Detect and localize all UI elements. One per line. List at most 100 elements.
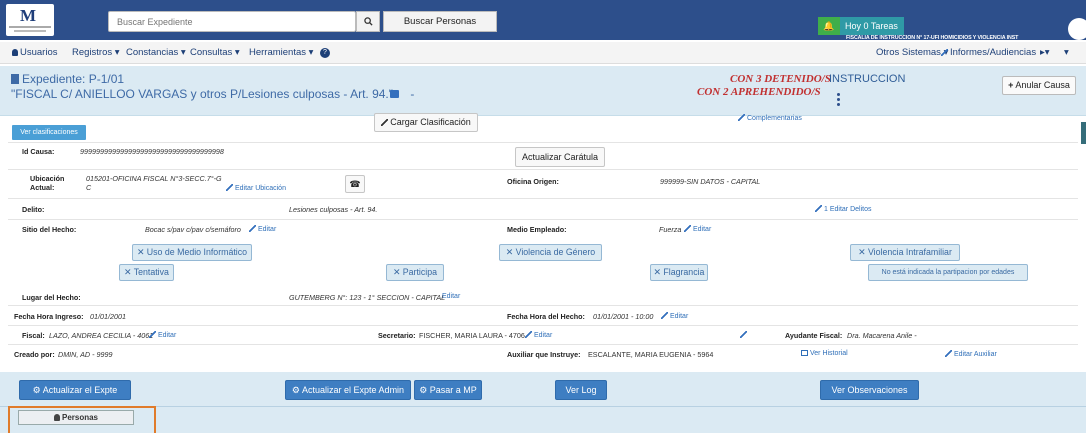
- pencil-icon: [945, 350, 952, 357]
- creado-label: Creado por:: [14, 350, 55, 359]
- bell-icon[interactable]: 🔔: [818, 17, 840, 35]
- ubicacion-value-2: C: [86, 183, 92, 192]
- actualizar-expte-admin-button[interactable]: ⚙ Actualizar el Expte Admin: [285, 380, 411, 400]
- editar-fecha-link[interactable]: Editar: [661, 312, 688, 320]
- search-expediente-input[interactable]: [108, 11, 356, 32]
- top-navbar: M Buscar Personas 🔔 Hoy 0 Tareas FISCALI…: [0, 0, 1086, 41]
- menu-usuarios[interactable]: Usuarios: [12, 47, 58, 58]
- action-bar: ⚙ Actualizar el Expte ⚙ Actualizar el Ex…: [0, 372, 1086, 406]
- anular-causa-button[interactable]: + Anular Causa: [1002, 76, 1076, 95]
- tag-tentativa[interactable]: ✕ Tentativa: [119, 264, 174, 281]
- pencil-icon: [684, 225, 691, 232]
- side-tab[interactable]: [1081, 122, 1086, 144]
- help-icon[interactable]: ?: [320, 48, 330, 58]
- ayudante-label: Ayudante Fiscal:: [785, 331, 843, 340]
- gears-icon: ⚙: [32, 385, 41, 395]
- tag-medio-informatico[interactable]: ✕ Uso de Medio Informático: [132, 244, 252, 261]
- fiscal-value: LAZO, ANDREA CECILIA - 4061: [49, 331, 154, 340]
- user-settings-icon[interactable]: ▾: [1064, 47, 1069, 58]
- print-icon[interactable]: [390, 90, 399, 98]
- user-icon: [12, 49, 18, 56]
- secretario-value: FISCHER, MARIA LAURA - 4706: [419, 331, 525, 340]
- pencil-icon: [941, 49, 948, 56]
- fecha-ingreso-value: 01/01/2001: [90, 312, 126, 321]
- fiscal-label: Fiscal:: [22, 331, 45, 340]
- tag-flagrancia[interactable]: ✕ Flagrancia: [650, 264, 708, 281]
- file-icon: [11, 74, 19, 84]
- pasar-mp-button[interactable]: ⚙ Pasar a MP: [414, 380, 482, 400]
- search-button[interactable]: [356, 11, 380, 32]
- main-menu: Usuarios Registros ▾ Constancias ▾ Consu…: [0, 42, 1086, 64]
- buscar-personas-button[interactable]: Buscar Personas: [383, 11, 497, 32]
- tab-personas[interactable]: Personas: [18, 410, 134, 425]
- editar-delitos-link[interactable]: 1 Editar Delitos: [815, 205, 871, 213]
- id-causa-label: Id Causa:: [22, 147, 55, 156]
- pencil-icon[interactable]: [740, 331, 749, 339]
- tag-violencia-genero[interactable]: ✕ Violencia de Género: [499, 244, 602, 261]
- ver-log-button[interactable]: Ver Log: [555, 380, 607, 400]
- auxiliar-label: Auxiliar que Instruye:: [507, 350, 581, 359]
- pencil-icon: [249, 225, 256, 232]
- divider: [8, 305, 1078, 306]
- divider: [8, 219, 1078, 220]
- menu-informes[interactable]: Informes/Audiencias: [941, 47, 1036, 58]
- editar-fiscal-link[interactable]: Editar: [149, 331, 176, 339]
- user-icon: [53, 414, 60, 421]
- divider: [8, 142, 1078, 143]
- table-icon: [801, 350, 808, 356]
- ver-historial-link[interactable]: Ver Historial: [801, 350, 848, 357]
- divider: [8, 344, 1078, 345]
- tag-violencia-intrafamiliar[interactable]: ✕ Violencia Intrafamiliar: [850, 244, 960, 261]
- tag-participa[interactable]: ✕ Participa: [386, 264, 444, 281]
- actualizar-caratula-button[interactable]: Actualizar Carátula: [515, 147, 605, 167]
- secretario-label: Secretario:: [378, 331, 416, 340]
- fecha-ingreso-label: Fecha Hora Ingreso:: [14, 312, 84, 321]
- more-options-icon[interactable]: [837, 93, 840, 109]
- ver-observaciones-button[interactable]: Ver Observaciones: [820, 380, 919, 400]
- fiscalia-name: FISCALIA DE INSTRUCCION N° 17-UFI HOMICI…: [846, 35, 1019, 41]
- gears-icon: ⚙: [291, 385, 300, 395]
- tareas-button[interactable]: Hoy 0 Tareas: [840, 17, 904, 35]
- menu-registros[interactable]: Registros ▾: [72, 47, 120, 58]
- divider: [8, 198, 1078, 199]
- user-avatar[interactable]: [1068, 18, 1086, 40]
- oficina-origen-label: Oficina Origen:: [507, 177, 559, 186]
- app-logo[interactable]: M: [6, 4, 54, 36]
- pencil-icon: [661, 312, 668, 319]
- fecha-hecho-label: Fecha Hora del Hecho:: [507, 312, 585, 321]
- editar-secretario-link[interactable]: Editar: [525, 331, 552, 339]
- editar-ubicacion-link[interactable]: Editar Ubicación: [226, 184, 286, 192]
- pencil-icon: [525, 331, 532, 338]
- menu-otros-sistemas[interactable]: Otros Sistemas ▾: [876, 47, 948, 58]
- editar-lugar-link[interactable]: Editar: [442, 293, 460, 300]
- detenidos-count: CON 3 DETENIDO/S: [730, 73, 831, 85]
- creado-value: DMIN, AD - 9999: [58, 350, 113, 359]
- aprehendidos-count: CON 2 APREHENDIDO/S: [697, 86, 821, 98]
- complementarias-link[interactable]: Complementarias: [738, 114, 802, 122]
- expediente-header: Expediente: P-1/01 "FISCAL C/ ANIELLOO V…: [0, 66, 1086, 116]
- expediente-details: Ver clasificaciones Cargar Clasificación…: [8, 113, 1078, 408]
- sitio-label: Sitio del Hecho:: [22, 225, 77, 234]
- estado-label: INSTRUCCION: [829, 73, 906, 85]
- menu-constancias[interactable]: Constancias ▾: [126, 47, 186, 58]
- actualizar-expte-button[interactable]: ⚙ Actualizar el Expte: [19, 380, 131, 400]
- phone-icon[interactable]: ☎: [345, 175, 365, 193]
- editar-auxiliar-link[interactable]: Editar Auxiliar: [945, 350, 997, 358]
- editar-medio-link[interactable]: Editar: [684, 225, 711, 233]
- ver-clasificaciones-button[interactable]: Ver clasificaciones: [12, 125, 86, 140]
- menu-consultas[interactable]: Consultas ▾: [190, 47, 240, 58]
- tab-strip: [0, 406, 1086, 433]
- editar-sitio-link[interactable]: Editar: [249, 225, 276, 233]
- actual-label: Actual:: [30, 183, 55, 192]
- menu-herramientas[interactable]: Herramientas ▾: [249, 47, 313, 58]
- auxiliar-value: ESCALANTE, MARIA EUGENIA - 5964: [588, 350, 714, 359]
- pencil-icon: [226, 184, 233, 191]
- caratula-title: "FISCAL C/ ANIELLOO VARGAS y otros P/Les…: [11, 87, 415, 101]
- ubicacion-value: 015201-OFICINA FISCAL N°3-SECC.7°-G: [86, 174, 222, 183]
- gears-icon: ⚙: [419, 385, 428, 395]
- cargar-clasificacion-button[interactable]: Cargar Clasificación: [374, 113, 478, 132]
- tag-participacion-edades[interactable]: No está indicada la partipacion por edad…: [868, 264, 1028, 281]
- expediente-number: Expediente: P-1/01: [11, 72, 124, 86]
- wrench-menu[interactable]: ▸▾: [1040, 47, 1050, 58]
- lugar-value: GUTEMBERG N°: 123 - 1° SECCION - CAPITAL: [289, 293, 446, 302]
